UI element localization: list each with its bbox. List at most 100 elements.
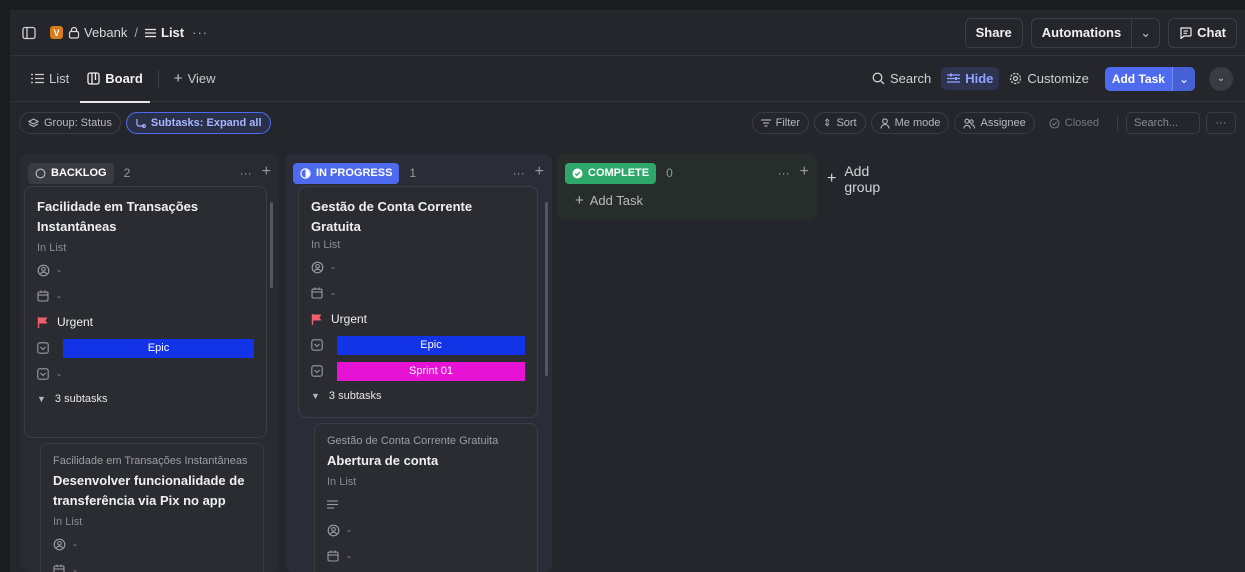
share-button[interactable]: Share	[964, 17, 1023, 48]
sprint-value: -	[57, 367, 61, 381]
automations-label[interactable]: Automations	[1032, 19, 1131, 47]
card-assignee-row[interactable]: -	[311, 254, 525, 280]
card-custom-field-row[interactable]: Epic	[311, 332, 525, 358]
card-parent-task[interactable]: Facilidade em Transações Instantâneas	[53, 455, 251, 467]
column-add-icon[interactable]: +	[262, 164, 271, 180]
assignee-value: -	[347, 523, 351, 537]
hide-button[interactable]: Hide	[941, 67, 1000, 90]
subtask-card[interactable]: Facilidade em Transações Instantâneas De…	[40, 443, 264, 572]
column-more-icon[interactable]: ···	[240, 166, 252, 180]
subtasks-chip[interactable]: Subtasks: Expand all	[125, 112, 271, 134]
epic-tag[interactable]: Epic	[63, 338, 254, 358]
chevron-down-icon[interactable]: ⌄	[1171, 66, 1195, 91]
search-label: Search	[890, 71, 932, 86]
subtasks-toggle[interactable]: ▼ 3 subtasks	[37, 387, 254, 411]
card-custom-field-row[interactable]: Epic	[37, 335, 254, 361]
app-window: V Vebank / List ··· Share Automations ⌄	[10, 10, 1245, 572]
card-date-row[interactable]: -	[37, 283, 254, 309]
column-scrollbar[interactable]	[545, 202, 548, 376]
layers-icon	[28, 117, 39, 129]
epic-tag[interactable]: Epic	[337, 335, 525, 355]
column-more-icon[interactable]: ···	[778, 166, 790, 180]
closed-chip[interactable]: Closed	[1040, 112, 1108, 134]
chevron-down-icon[interactable]: ⌄	[1131, 18, 1159, 47]
assignee-value: -	[331, 260, 335, 274]
add-task-button[interactable]: Add Task ⌄	[1104, 66, 1195, 91]
card-priority-row[interactable]: Urgent	[311, 306, 525, 332]
lock-icon	[68, 26, 80, 39]
search-input[interactable]	[1126, 112, 1200, 134]
column-add-icon[interactable]: +	[535, 164, 544, 180]
card-parent-task[interactable]: Gestão de Conta Corrente Gratuita	[327, 435, 525, 447]
status-half-circle-icon	[300, 167, 311, 179]
column-in-progress: IN PROGRESS 1 ··· + Gestão de Conta Corr…	[285, 154, 552, 572]
column-add-icon[interactable]: +	[800, 164, 809, 180]
column-more-icon[interactable]: ···	[513, 166, 525, 180]
flag-icon	[37, 316, 53, 329]
task-card[interactable]: Gestão de Conta Corrente Gratuita In Lis…	[298, 186, 538, 418]
card-title[interactable]: Gestão de Conta Corrente Gratuita	[311, 197, 525, 237]
assignee-icon	[53, 538, 69, 551]
status-pill-complete[interactable]: COMPLETE	[565, 162, 657, 184]
search-button[interactable]: Search	[866, 67, 937, 90]
column-header: BACKLOG 2 ··· +	[28, 162, 271, 184]
tab-list[interactable]: List	[22, 56, 78, 102]
more-options-icon[interactable]: ···	[1206, 112, 1236, 134]
card-assignee-row[interactable]: -	[53, 531, 251, 557]
add-task-label[interactable]: Add Task	[1104, 66, 1172, 91]
add-task-inline-label: Add Task	[589, 193, 644, 208]
chat-icon	[1179, 26, 1192, 39]
group-by-chip[interactable]: Group: Status	[19, 112, 121, 134]
caret-down-icon: ▼	[311, 391, 320, 401]
sidebar-toggle-icon[interactable]	[18, 22, 40, 44]
card-date-row[interactable]: -	[53, 557, 251, 572]
add-task-inline-button[interactable]: + Add Task	[575, 192, 643, 209]
subtasks-toggle[interactable]: ▼ 3 subtasks	[311, 384, 525, 408]
board-view-icon	[87, 72, 100, 85]
column-complete: COMPLETE 0 ··· + + Add Task	[557, 154, 817, 220]
tab-board-label: Board	[105, 71, 143, 86]
collapse-chevron-icon[interactable]: ⌄	[1209, 66, 1233, 91]
list-view-icon	[31, 73, 44, 84]
me-mode-chip[interactable]: Me mode	[870, 112, 950, 134]
sort-chip[interactable]: ⇕ Sort	[814, 112, 866, 134]
card-title[interactable]: Facilidade em Transações Instantâneas	[37, 197, 254, 237]
tab-board[interactable]: Board	[78, 56, 152, 103]
card-date-row[interactable]: -	[311, 280, 525, 306]
status-pill-in-progress[interactable]: IN PROGRESS	[293, 162, 400, 184]
filter-chip[interactable]: Filter	[751, 112, 810, 134]
breadcrumb-more-icon[interactable]: ···	[192, 25, 208, 40]
breadcrumb-space[interactable]: Vebank	[84, 25, 127, 40]
customize-button[interactable]: Customize	[1003, 67, 1094, 90]
workspace-avatar[interactable]: V	[50, 26, 63, 39]
task-card[interactable]: Facilidade em Transações Instantâneas In…	[24, 186, 267, 438]
card-custom-field-row[interactable]: -	[37, 361, 254, 387]
date-value: -	[73, 563, 77, 572]
chat-button[interactable]: Chat	[1168, 17, 1237, 48]
card-custom-field-row[interactable]: Sprint 01	[311, 358, 525, 384]
card-title[interactable]: Abertura de conta	[327, 451, 525, 471]
dropdown-field-icon	[37, 342, 53, 354]
column-scrollbar[interactable]	[270, 202, 273, 288]
card-date-row[interactable]: -	[327, 543, 525, 569]
card-priority-row[interactable]: Urgent	[37, 309, 254, 335]
assignee-chip[interactable]: Assignee	[954, 112, 1035, 134]
card-assignee-row[interactable]: -	[327, 517, 525, 543]
subtasks-label: 3 subtasks	[54, 393, 108, 405]
column-count: 2	[123, 166, 131, 180]
status-label: BACKLOG	[51, 167, 107, 179]
add-group-button[interactable]: + Add group	[827, 163, 880, 195]
subtask-card[interactable]: Gestão de Conta Corrente Gratuita Abertu…	[314, 423, 538, 572]
me-mode-label: Me mode	[894, 117, 941, 129]
automations-button[interactable]: Automations ⌄	[1030, 17, 1161, 48]
breadcrumb-list[interactable]: List	[161, 25, 184, 40]
card-description-row[interactable]	[327, 491, 525, 517]
status-pill-backlog[interactable]: BACKLOG	[28, 162, 114, 184]
card-assignee-row[interactable]: -	[37, 257, 254, 283]
sprint-tag[interactable]: Sprint 01	[337, 361, 525, 381]
card-title[interactable]: Desenvolver funcionalidade de transferên…	[53, 471, 251, 511]
column-header: IN PROGRESS 1 ··· +	[293, 162, 544, 184]
filter-bar: Group: Status Subtasks: Expand all Filte…	[10, 110, 1245, 136]
add-view-button[interactable]: + View	[165, 56, 225, 102]
breadcrumb: V Vebank / List ···	[50, 25, 208, 40]
